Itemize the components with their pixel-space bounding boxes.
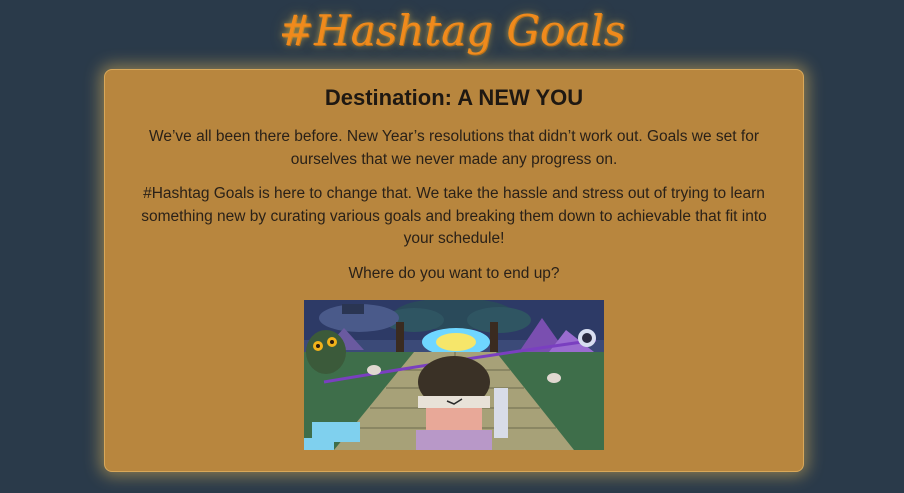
- intro-card: Destination: A NEW YOU We’ve all been th…: [104, 69, 804, 472]
- intro-paragraph-2: #Hashtag Goals is here to change that. W…: [141, 185, 767, 247]
- site-title: #Hashtag Goals: [278, 6, 626, 55]
- card-heading: Destination: A NEW YOU: [324, 85, 584, 110]
- intro-question: Where do you want to end up?: [348, 264, 560, 282]
- hero-illustration: [304, 300, 604, 450]
- intro-paragraph-1: We’ve all been there before. New Year’s …: [148, 128, 759, 168]
